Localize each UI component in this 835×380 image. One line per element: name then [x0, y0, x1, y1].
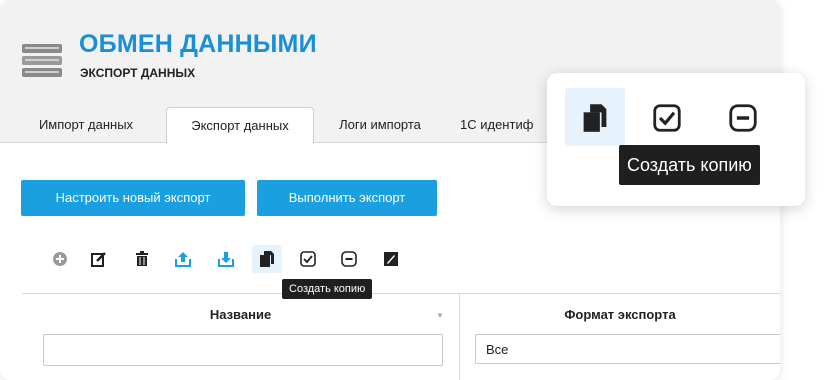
edit-icon[interactable] [89, 249, 109, 269]
zoom-callout: Создать копию [547, 73, 805, 206]
column-header-name[interactable]: Название [22, 307, 459, 322]
copy-icon[interactable] [579, 102, 611, 134]
tab-import-logs[interactable]: Логи импорта [320, 107, 440, 142]
tab-import[interactable]: Импорт данных [20, 107, 152, 142]
copy-icon[interactable] [252, 245, 282, 273]
configure-export-button[interactable]: Настроить новый экспорт [21, 180, 245, 216]
name-filter-input[interactable] [43, 334, 443, 366]
run-export-button[interactable]: Выполнить экспорт [257, 180, 437, 216]
sort-indicator-icon[interactable]: ▼ [436, 311, 444, 320]
upload-icon[interactable] [173, 249, 193, 269]
tab-1c-ids[interactable]: 1С идентиф [460, 107, 556, 142]
check-icon[interactable] [298, 249, 318, 269]
column-header-format[interactable]: Формат экспорта [460, 307, 780, 322]
add-icon[interactable] [50, 249, 70, 269]
format-filter-select[interactable]: Все [475, 334, 780, 364]
tab-export[interactable]: Экспорт данных [166, 107, 314, 144]
check-icon[interactable] [651, 102, 683, 134]
page-subtitle: ЭКСПОРТ ДАННЫХ [80, 66, 196, 80]
page-title: ОБМЕН ДАННЫМИ [79, 30, 317, 58]
minus-icon[interactable] [339, 249, 359, 269]
data-grid: Название ▼ Формат экспорта Все [22, 293, 780, 380]
delete-icon[interactable] [132, 249, 152, 269]
minus-icon[interactable] [727, 102, 759, 134]
copy-tooltip-zoomed: Создать копию [619, 145, 760, 185]
copy-tooltip: Создать копию [282, 279, 373, 299]
image-icon[interactable] [381, 249, 401, 269]
download-icon[interactable] [216, 249, 236, 269]
server-stack-icon [22, 44, 62, 77]
